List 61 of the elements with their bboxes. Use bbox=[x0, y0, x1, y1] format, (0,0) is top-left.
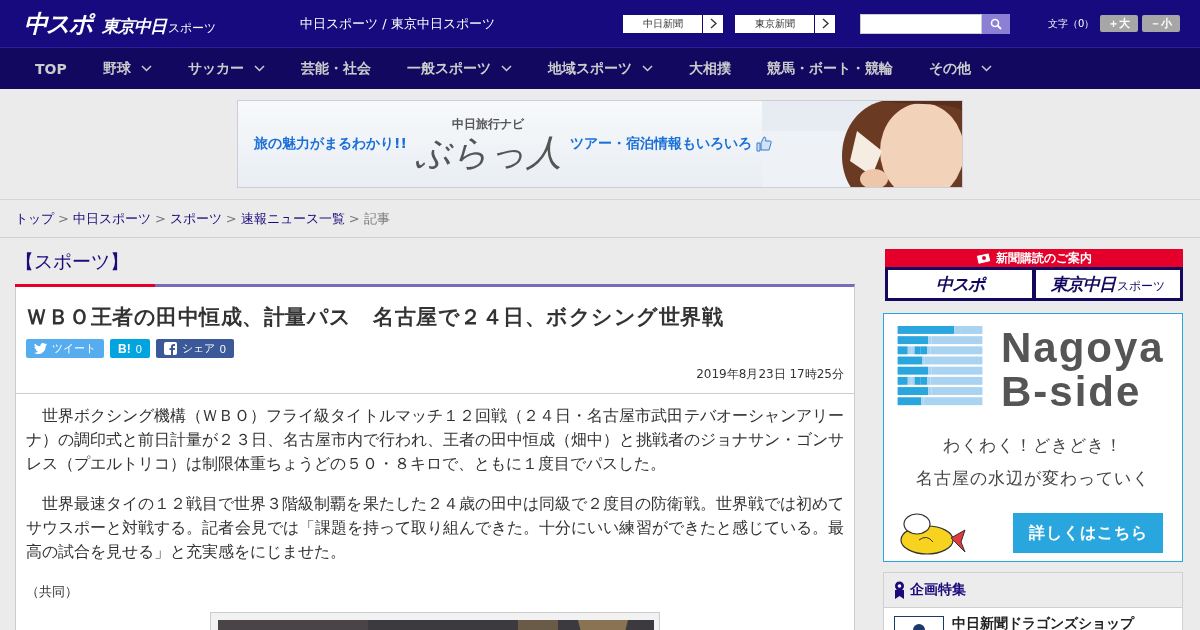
caret-icon bbox=[641, 65, 653, 72]
search-button[interactable] bbox=[982, 13, 1010, 34]
caret-icon bbox=[253, 65, 265, 72]
caret-icon bbox=[500, 65, 512, 72]
ad-text: 名古屋の水辺が変わっていく bbox=[915, 467, 1150, 490]
breadcrumb-link[interactable]: 速報ニュース一覧 bbox=[240, 209, 345, 228]
article-credit: （共同） bbox=[26, 583, 79, 601]
breadcrumb-link[interactable]: 中日スポーツ bbox=[72, 209, 151, 228]
banner-logo: ぶらっ人 bbox=[414, 132, 562, 173]
nav-item[interactable]: 競馬・ボート・競輪 bbox=[766, 59, 893, 78]
nav-item[interactable]: 芸能・社会 bbox=[300, 59, 371, 78]
thumbs-up-icon bbox=[753, 135, 772, 153]
nav-item[interactable]: 一般スポーツ bbox=[406, 59, 512, 78]
site-title: 中日スポーツ / 東京中日スポーツ bbox=[300, 14, 496, 33]
article-paragraph: 世界ボクシング機構（ＷＢＯ）フライ級タイトルマッチ１２回戦（２４日・名古屋市武田テバオーシャンアリーナ）の調印式と前日計量が２３日、名古屋市内で行われ、王者の田中恒成（畑中）と挑戦者のジョナサン・ゴンサレス（プエルトリコ）は制限体重ちょうどの５０・８キロで、ともに１度目でパスした。 bbox=[26, 406, 844, 475]
breadcrumb-separator: > bbox=[154, 211, 166, 226]
banner-text: 中日旅行ナビ bbox=[452, 115, 525, 133]
article-title: ＷＢＯ王者の田中恒成、計量パス 名古屋で２４日、ボクシング世界戦 bbox=[26, 304, 724, 331]
breadcrumb-link[interactable]: スポーツ bbox=[169, 209, 222, 228]
breadcrumb-link[interactable]: トップ bbox=[15, 209, 54, 228]
breadcrumb-separator: > bbox=[58, 211, 69, 226]
chevron-icon bbox=[709, 18, 717, 29]
newspaper-link[interactable]: 東京新聞 bbox=[734, 13, 836, 34]
banner-text: 旅の魅力がまるわかり!! bbox=[254, 135, 407, 153]
ad-text: わくわく！どきどき！ bbox=[942, 434, 1123, 457]
facebook-icon bbox=[163, 342, 177, 355]
brick-wall-icon bbox=[897, 326, 983, 408]
newspaper-link[interactable]: 中日新聞 bbox=[622, 13, 724, 34]
travel-banner[interactable]: 旅の魅力がまるわかり!! 中日旅行ナビ ぶらっ人 ツアー・宿泊情報もいろいろ bbox=[237, 100, 963, 188]
banner-text: ツアー・宿泊情報もいろいろ bbox=[569, 135, 752, 153]
breadcrumb-current: 記事 bbox=[363, 209, 390, 228]
subscription-link[interactable]: 東京中日スポーツ bbox=[1036, 270, 1180, 298]
chevron-icon bbox=[821, 18, 829, 29]
ribbon-icon bbox=[894, 581, 905, 599]
nagoya-ad[interactable]: Nagoya B-side わくわく！どきどき！ 名古屋の水辺が変わっていく 詳しくはこちら bbox=[883, 313, 1183, 562]
publish-date: 2019年8月23日 17時25分 bbox=[695, 366, 844, 383]
nav-item[interactable]: 野球 bbox=[102, 59, 152, 78]
breadcrumb-separator: > bbox=[348, 211, 360, 226]
category-heading: 【スポーツ】 bbox=[15, 249, 130, 274]
search-icon bbox=[990, 17, 1002, 30]
share-button[interactable]: シェア 0 bbox=[155, 339, 234, 358]
nav-item[interactable]: 地域スポーツ bbox=[547, 59, 653, 78]
nav-item[interactable]: 大相撲 bbox=[688, 59, 731, 78]
nav-item[interactable]: TOP bbox=[35, 60, 67, 77]
font-size-label: 文字（0） bbox=[1048, 16, 1095, 31]
bird-icon bbox=[34, 343, 47, 354]
caret-icon bbox=[140, 65, 152, 72]
ad-title: Nagoya bbox=[1001, 326, 1165, 370]
site-logo[interactable]: 東京中日スポーツ bbox=[102, 14, 216, 38]
breadcrumb-separator: > bbox=[225, 211, 237, 226]
ad-title: B-side bbox=[1001, 370, 1142, 414]
caret-icon bbox=[980, 65, 992, 72]
newspaper-icon bbox=[976, 252, 992, 264]
nav-item[interactable]: その他 bbox=[928, 59, 992, 78]
subscription-link[interactable]: 中スポ bbox=[888, 270, 1032, 298]
search-field[interactable] bbox=[860, 13, 982, 34]
subscription-heading: 新聞購読のご案内 bbox=[885, 249, 1183, 267]
nav-item[interactable]: サッカー bbox=[187, 59, 265, 78]
feature-item[interactable]: 中日新聞ドラゴンズショップ bbox=[884, 608, 1182, 630]
feature-heading: 企画特集 bbox=[884, 573, 1182, 608]
article-paragraph: 世界最速タイの１２戦目で世界３階級制覇を果たした２４歳の田中は同級で２度目の防衛戦。世界戦では初めてサウスポーと対戦する。記者会見では「課題を持って取り組んできた。十分にいい練習ができたと感じている。最高の試合を見せる」と充実感をにじませた。 bbox=[26, 494, 844, 563]
